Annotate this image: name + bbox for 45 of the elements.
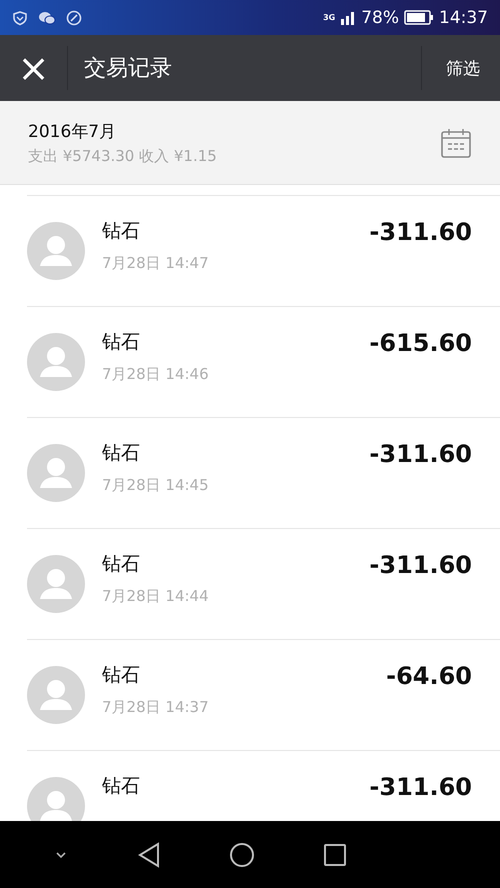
avatar-icon (27, 222, 85, 280)
transaction-name: 钻石 (102, 219, 141, 244)
transaction-row[interactable]: 钻石 7月28日 14:46 -615.60 (27, 306, 500, 417)
transaction-name: 钻石 (102, 552, 141, 577)
transaction-row[interactable]: 钻石 7月28日 14:45 -311.60 (27, 417, 500, 528)
page-title: 交易记录 (84, 55, 173, 83)
home-icon[interactable] (228, 842, 255, 868)
avatar-icon (27, 666, 85, 724)
close-button[interactable]: × (0, 46, 68, 90)
network-label: 3G (323, 13, 336, 22)
transaction-amount: -311.60 (369, 550, 472, 579)
transaction-row[interactable]: 钻石 7月28日 14:44 -311.60 (27, 528, 500, 639)
transaction-name: 钻石 (102, 441, 141, 466)
battery-percent: 78% (361, 8, 399, 28)
transaction-row[interactable]: 钻石 7月28日 14:37 -64.60 (27, 639, 500, 750)
month-label: 2016年7月 (28, 120, 118, 142)
transaction-amount: -311.60 (369, 217, 472, 246)
transaction-name: 钻石 (102, 774, 141, 799)
transaction-name: 钻石 (102, 663, 141, 688)
filter-button[interactable]: 筛选 (421, 46, 500, 90)
transaction-time: 7月28日 14:47 (102, 254, 210, 273)
shield-icon (12, 10, 28, 26)
transaction-time: 7月28日 14:44 (102, 587, 210, 606)
battery-icon (404, 10, 434, 25)
transaction-time: 7月28日 14:37 (102, 698, 210, 717)
transaction-amount: -64.60 (386, 661, 472, 690)
avatar-icon (27, 444, 85, 502)
transaction-amount: -311.60 (369, 439, 472, 468)
transaction-time: 7月28日 14:46 (102, 365, 210, 384)
avatar-icon (27, 333, 85, 391)
back-icon[interactable] (136, 842, 161, 868)
transaction-time: 7月28日 14:45 (102, 476, 210, 495)
transaction-amount: -615.60 (369, 328, 472, 357)
totals-text: 支出 ¥5743.30 收入 ¥1.15 (28, 146, 217, 166)
transaction-name: 钻石 (102, 330, 141, 355)
transaction-amount: -311.60 (369, 772, 472, 801)
calendar-icon[interactable] (440, 126, 472, 158)
chevron-down-icon[interactable] (54, 850, 68, 860)
signal-icon (340, 10, 356, 24)
recents-icon[interactable] (323, 842, 348, 866)
clock: 14:37 (439, 8, 488, 28)
transaction-row[interactable]: 钻石 7月28日 14:47 -311.60 (27, 195, 500, 306)
avatar-icon (27, 555, 85, 613)
chat-icon (38, 10, 56, 26)
compass-icon (66, 10, 82, 26)
